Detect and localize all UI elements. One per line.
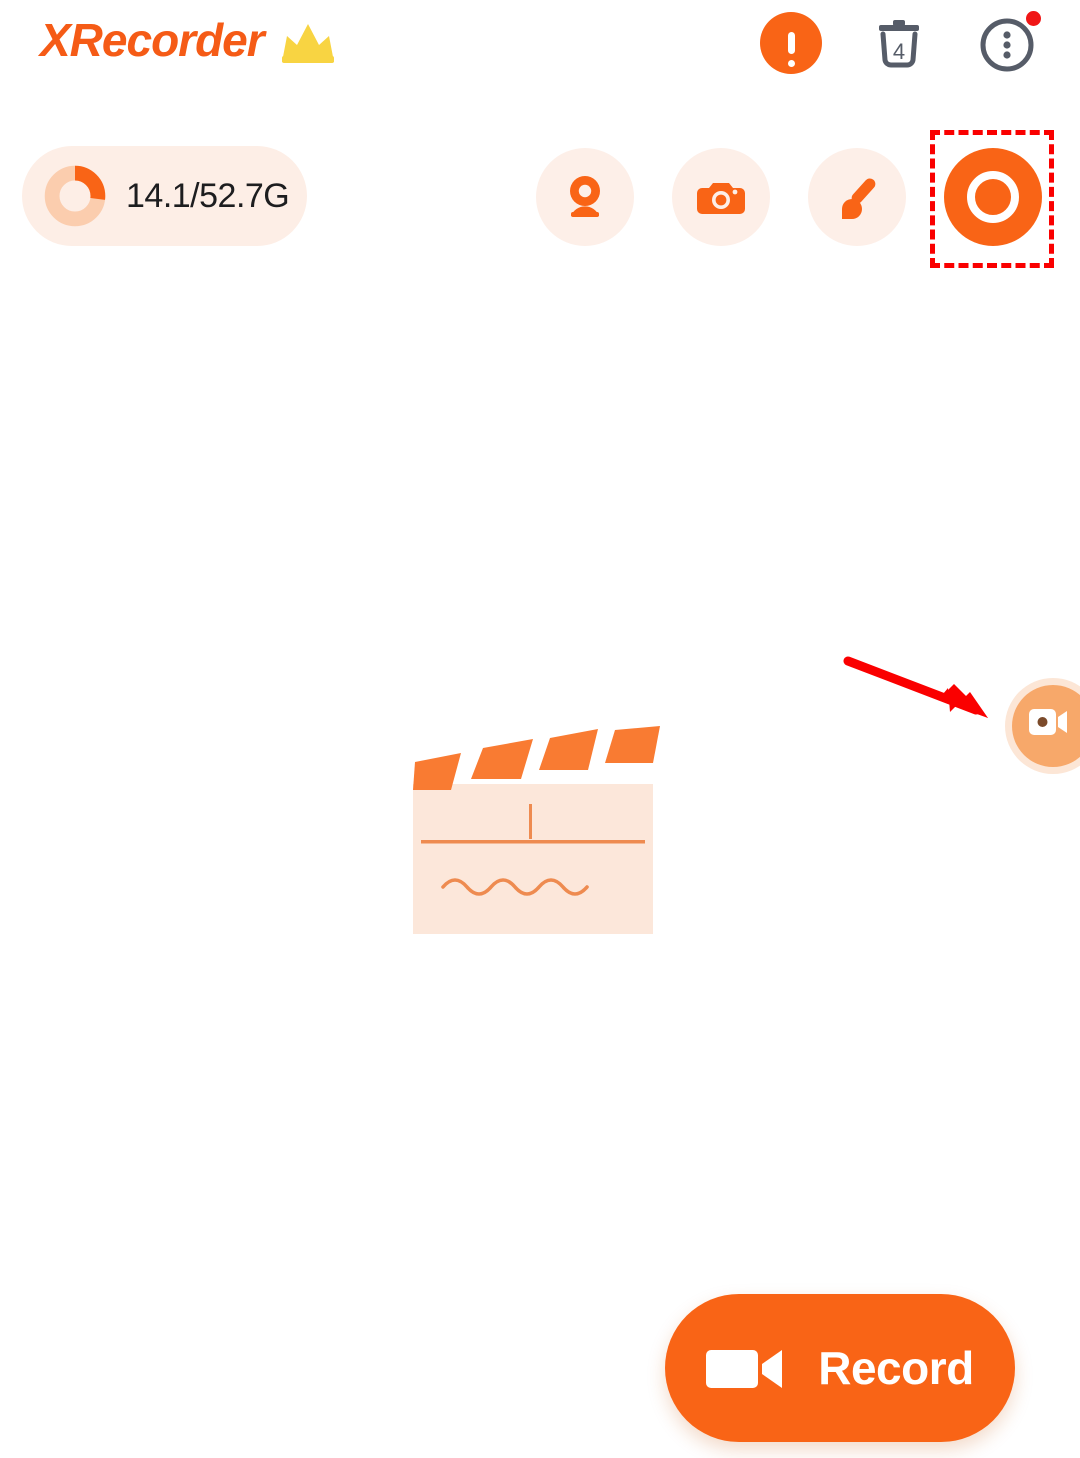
video-camera-icon xyxy=(706,1350,783,1388)
storage-label: 14.1/52.7G xyxy=(126,176,290,215)
brush-icon xyxy=(842,178,876,219)
notification-badge-dot xyxy=(1026,11,1041,26)
screenshot-button[interactable] xyxy=(672,148,770,246)
record-button[interactable]: Record xyxy=(665,1294,1015,1442)
app-header: XRecorder 4 xyxy=(0,0,1080,88)
crown-icon xyxy=(281,24,334,63)
camcorder-icon xyxy=(1029,709,1067,735)
app-brand: XRecorder xyxy=(40,14,338,66)
record-button-highlight-box xyxy=(930,130,1054,268)
brush-button[interactable] xyxy=(808,148,906,246)
floating-record-bubble[interactable] xyxy=(1005,678,1080,774)
alert-button[interactable] xyxy=(760,12,822,74)
toolbar: 14.1/52.7G xyxy=(0,146,1080,250)
camera-icon xyxy=(697,183,745,214)
pointer-arrow xyxy=(843,656,988,718)
clapperboard-icon xyxy=(413,726,660,934)
storage-donut-icon xyxy=(44,165,106,227)
alert-icon xyxy=(760,12,822,74)
app-title: XRecorder xyxy=(40,14,265,66)
facecam-button[interactable] xyxy=(536,148,634,246)
trash-button[interactable]: 4 xyxy=(868,12,930,74)
exclamation-mark xyxy=(787,32,795,67)
webcam-icon xyxy=(570,176,600,217)
storage-indicator[interactable]: 14.1/52.7G xyxy=(22,146,307,246)
trash-count: 4 xyxy=(892,39,906,64)
more-menu-button[interactable] xyxy=(976,11,1041,74)
header-actions: 4 xyxy=(760,11,1041,74)
record-button-label: Record xyxy=(818,1342,974,1394)
